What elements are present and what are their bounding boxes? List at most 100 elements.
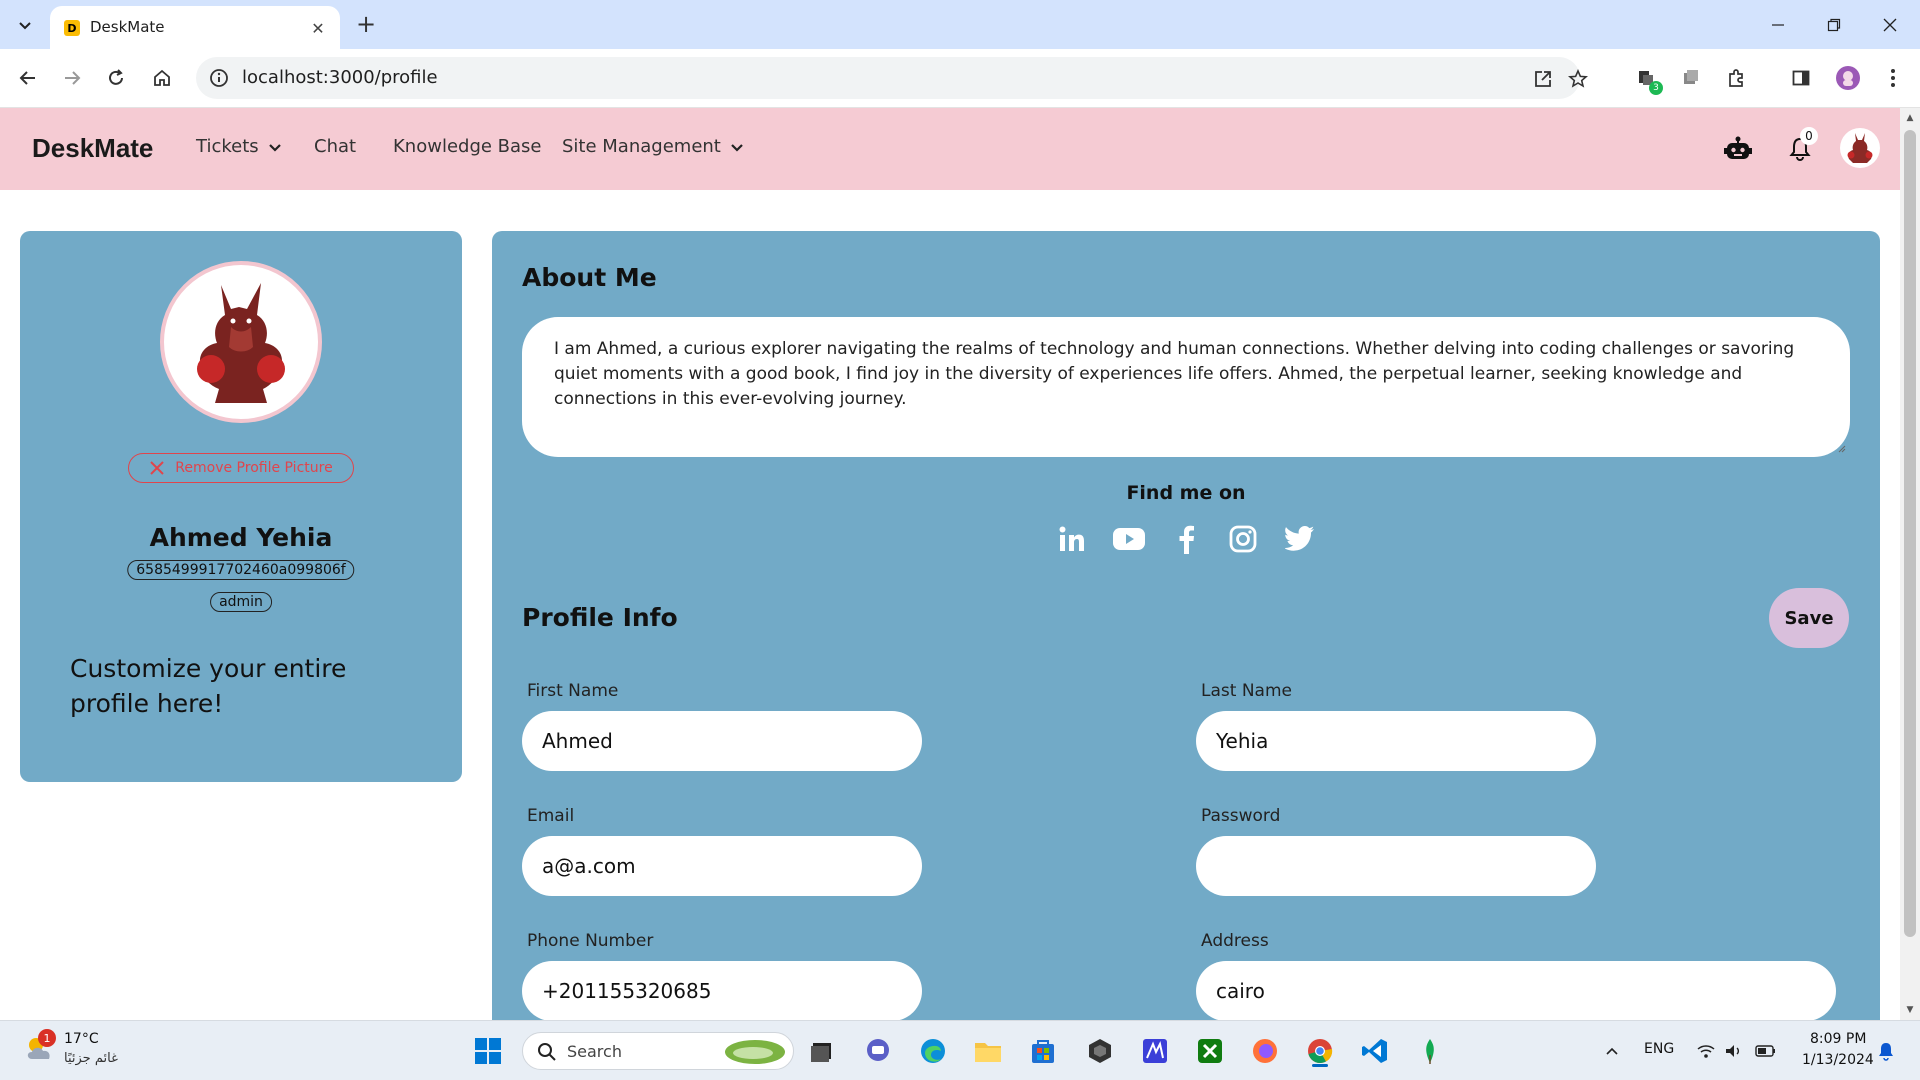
url-text: localhost:3000/profile bbox=[242, 67, 438, 88]
role-badge: admin bbox=[210, 592, 272, 612]
battery-icon[interactable] bbox=[1748, 1033, 1784, 1069]
taskbar-search[interactable]: Search bbox=[522, 1032, 794, 1070]
language-indicator[interactable]: ENG bbox=[1644, 1041, 1674, 1057]
save-button[interactable]: Save bbox=[1769, 588, 1849, 648]
teams-chat-icon[interactable] bbox=[860, 1033, 896, 1069]
unity-hub-icon[interactable] bbox=[1082, 1033, 1118, 1069]
reload-icon bbox=[109, 69, 123, 85]
email-field[interactable]: a@a.com bbox=[522, 836, 922, 896]
extension-layers-icon[interactable] bbox=[1676, 63, 1706, 93]
customize-hint: Customize your entire profile here! bbox=[70, 654, 347, 718]
password-field[interactable] bbox=[1196, 836, 1596, 896]
twitter-icon[interactable] bbox=[1282, 521, 1318, 557]
weather-temperature: 17°C bbox=[64, 1031, 99, 1047]
restore-button[interactable] bbox=[1806, 0, 1862, 49]
scrollbar-thumb[interactable] bbox=[1904, 130, 1916, 937]
about-me-title: About Me bbox=[522, 263, 657, 292]
brand-logo[interactable]: DeskMate bbox=[32, 133, 153, 164]
windows-start-icon[interactable] bbox=[470, 1033, 506, 1069]
tab-title: DeskMate bbox=[90, 18, 165, 36]
firefox-icon[interactable] bbox=[1247, 1033, 1283, 1069]
nav-tickets-label: Tickets bbox=[196, 136, 259, 157]
nav-site-management[interactable]: Site Management bbox=[562, 136, 745, 157]
arrow-left-icon bbox=[19, 71, 35, 85]
volume-icon[interactable] bbox=[1716, 1033, 1752, 1069]
remove-profile-picture-label: Remove Profile Picture bbox=[175, 460, 333, 476]
browser-tab-bar: D DeskMate ✕ + bbox=[0, 0, 1920, 49]
mongodb-compass-icon[interactable] bbox=[1412, 1033, 1448, 1069]
app-navbar: DeskMate Tickets Chat Knowledge Base Sit… bbox=[0, 108, 1900, 190]
search-label: Search bbox=[567, 1042, 622, 1061]
open-in-app-icon[interactable] bbox=[1530, 66, 1556, 92]
nav-chat[interactable]: Chat bbox=[314, 136, 356, 157]
profile-avatar-icon[interactable] bbox=[1833, 63, 1863, 93]
search-highlight-leaf-icon bbox=[725, 1040, 785, 1064]
close-tab-icon[interactable]: ✕ bbox=[308, 18, 328, 38]
back-button[interactable] bbox=[12, 62, 44, 94]
first-name-label: First Name bbox=[527, 681, 619, 701]
home-button[interactable] bbox=[146, 62, 178, 94]
scroll-down-arrow-icon[interactable]: ▼ bbox=[1904, 1004, 1916, 1016]
profile-picture[interactable] bbox=[160, 261, 322, 423]
file-explorer-icon[interactable] bbox=[970, 1033, 1006, 1069]
youtube-icon[interactable] bbox=[1111, 521, 1147, 557]
extensions-puzzle-icon[interactable] bbox=[1721, 63, 1751, 93]
minimize-button[interactable] bbox=[1750, 0, 1806, 49]
tray-overflow-chevron-icon[interactable] bbox=[1594, 1033, 1630, 1069]
reload-button[interactable] bbox=[100, 62, 132, 94]
notification-count: 0 bbox=[1800, 127, 1818, 145]
remove-profile-picture-button[interactable]: Remove Profile Picture bbox=[128, 453, 354, 483]
extension-clipboard-icon[interactable]: 3 bbox=[1631, 63, 1663, 95]
last-name-field[interactable]: Yehia bbox=[1196, 711, 1596, 771]
side-panel-icon[interactable] bbox=[1786, 63, 1816, 93]
facebook-icon[interactable] bbox=[1168, 521, 1204, 557]
notification-center-bell-icon[interactable] bbox=[1868, 1033, 1904, 1069]
close-window-button[interactable] bbox=[1862, 0, 1918, 49]
bookmark-star-icon[interactable] bbox=[1565, 66, 1591, 92]
resize-handle-icon[interactable] bbox=[1836, 443, 1846, 453]
about-me-textarea[interactable]: I am Ahmed, a curious explorer navigatin… bbox=[522, 317, 1850, 457]
forward-button[interactable] bbox=[56, 62, 88, 94]
vscode-icon[interactable] bbox=[1357, 1033, 1393, 1069]
phone-field[interactable]: +201155320685 bbox=[522, 961, 922, 1020]
microsoft-store-icon[interactable] bbox=[1025, 1033, 1061, 1069]
user-avatar[interactable] bbox=[1840, 128, 1880, 168]
chevron-down-icon bbox=[731, 143, 743, 152]
profile-info-title: Profile Info bbox=[522, 603, 678, 632]
email-label: Email bbox=[527, 806, 575, 826]
about-me-text: I am Ahmed, a curious explorer navigatin… bbox=[554, 339, 1795, 409]
browser-menu-icon[interactable] bbox=[1878, 63, 1908, 93]
task-view-icon[interactable] bbox=[804, 1033, 840, 1069]
scroll-up-arrow-icon[interactable]: ▲ bbox=[1904, 112, 1916, 124]
first-name-field[interactable]: Ahmed bbox=[522, 711, 922, 771]
nav-knowledge-base-label: Knowledge Base bbox=[393, 136, 542, 157]
find-me-on-label: Find me on bbox=[1126, 482, 1246, 504]
nav-knowledge-base[interactable]: Knowledge Base bbox=[393, 136, 542, 157]
notifications-button[interactable]: 0 bbox=[1782, 127, 1818, 167]
xbox-icon[interactable] bbox=[1192, 1033, 1228, 1069]
browser-tab[interactable]: D DeskMate ✕ bbox=[50, 6, 340, 49]
tab-search-button[interactable] bbox=[10, 10, 40, 40]
clock-time[interactable]: 8:09 PM bbox=[1810, 1031, 1866, 1047]
user-full-name: Ahmed Yehia bbox=[149, 523, 333, 552]
mathway-icon[interactable] bbox=[1137, 1033, 1173, 1069]
close-icon bbox=[150, 461, 165, 475]
page-scrollbar[interactable]: ▲ ▼ bbox=[1900, 108, 1920, 1020]
user-id-badge: 6585499917702460a099806f bbox=[127, 560, 355, 580]
clock-date[interactable]: 1/13/2024 bbox=[1802, 1052, 1874, 1068]
bot-icon[interactable] bbox=[1720, 131, 1756, 167]
last-name-label: Last Name bbox=[1201, 681, 1292, 701]
home-icon bbox=[154, 69, 170, 86]
info-icon[interactable] bbox=[208, 67, 230, 89]
new-tab-button[interactable]: + bbox=[352, 10, 380, 38]
address-field[interactable]: cairo bbox=[1196, 961, 1836, 1020]
nav-tickets[interactable]: Tickets bbox=[196, 136, 283, 157]
linkedin-icon[interactable] bbox=[1054, 521, 1090, 557]
address-bar[interactable]: localhost:3000/profile bbox=[196, 57, 1588, 99]
search-icon bbox=[538, 1043, 556, 1061]
phone-label: Phone Number bbox=[527, 931, 654, 951]
instagram-icon[interactable] bbox=[1225, 521, 1261, 557]
edge-browser-icon[interactable] bbox=[915, 1033, 951, 1069]
chevron-down-icon bbox=[268, 143, 281, 152]
chrome-icon[interactable] bbox=[1302, 1033, 1338, 1069]
